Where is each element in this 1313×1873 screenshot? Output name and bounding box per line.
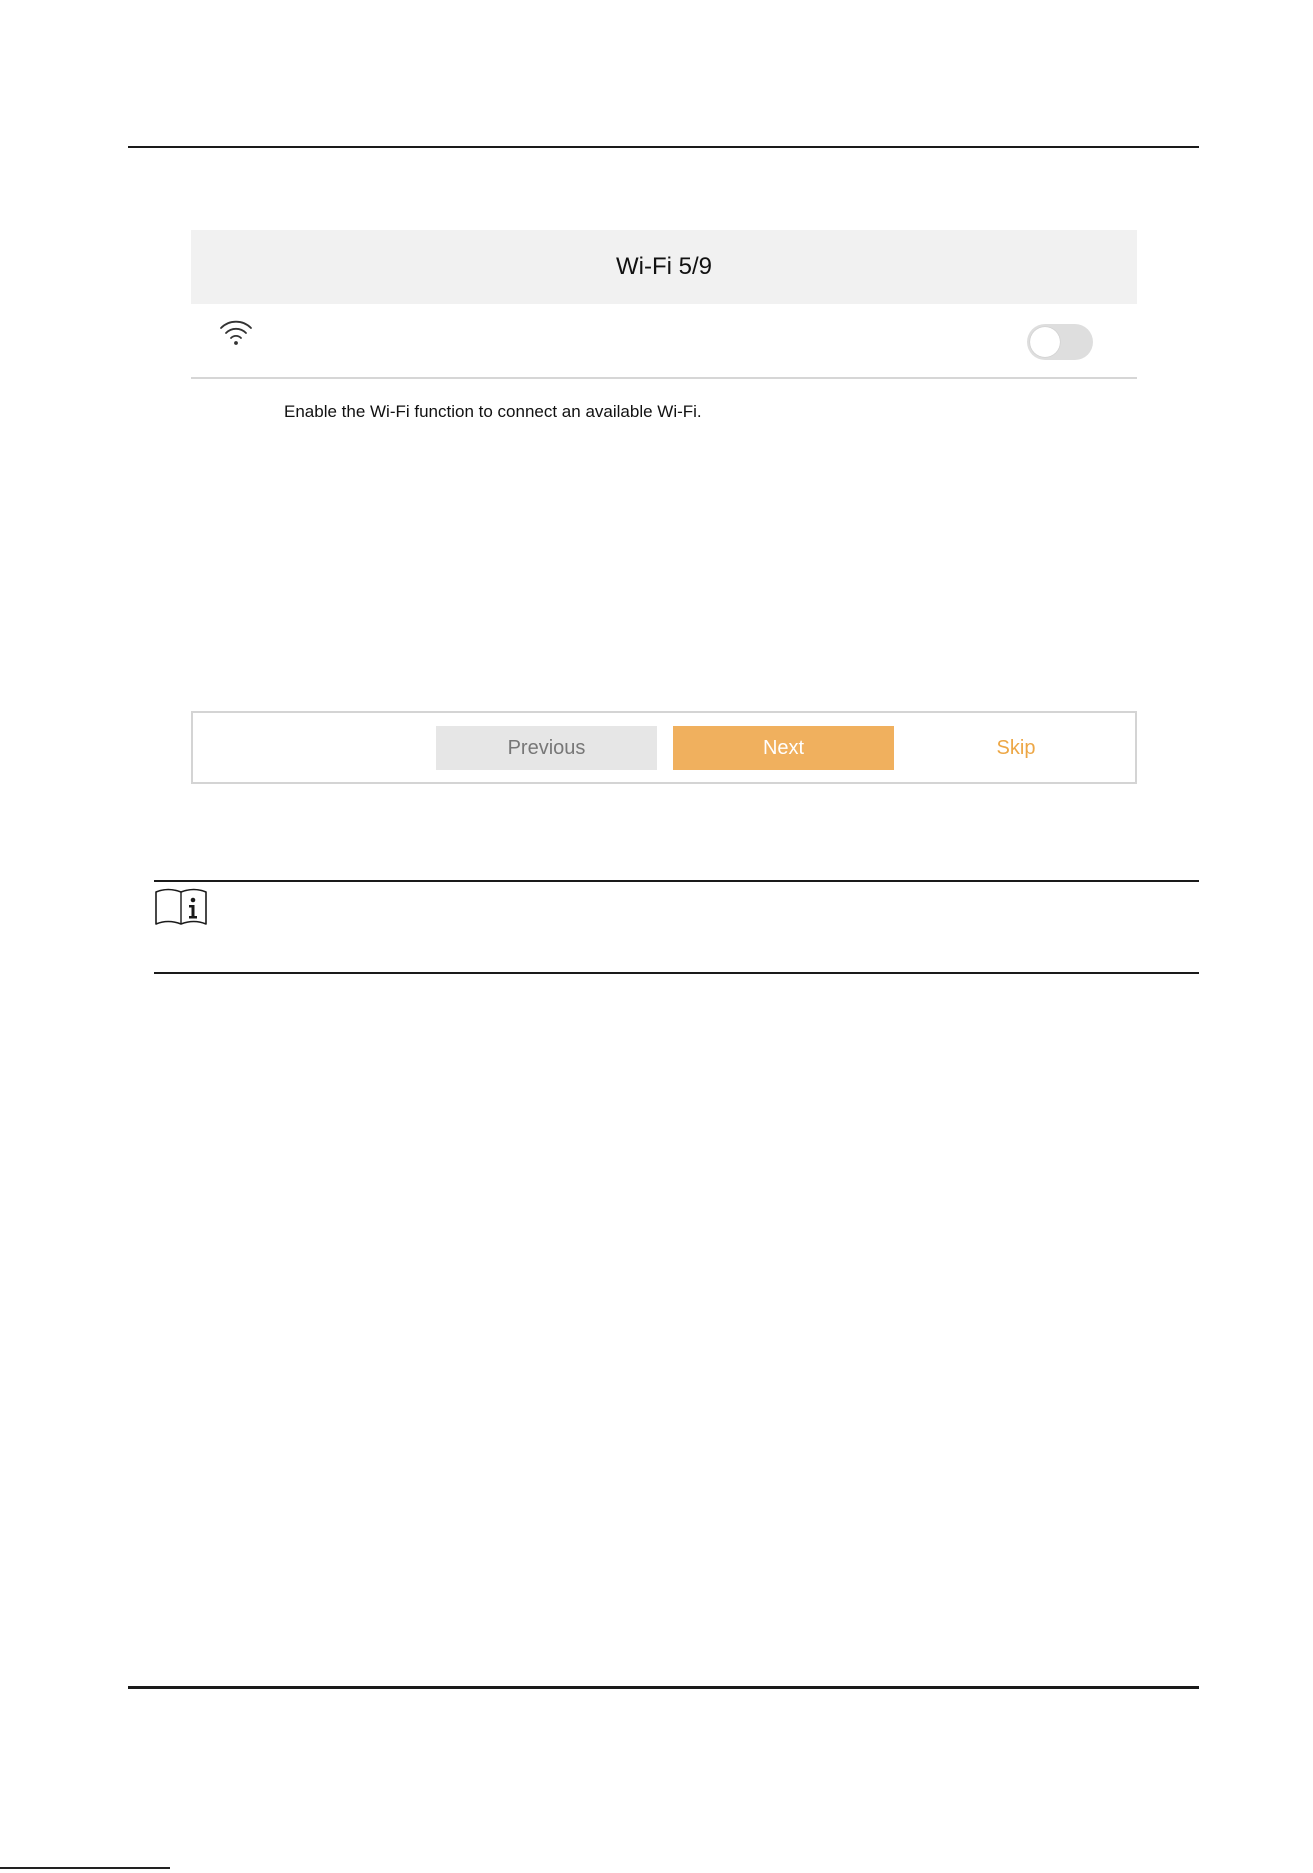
previous-button[interactable]: Previous — [436, 726, 657, 770]
wifi-hint-text: Enable the Wi-Fi function to connect an … — [284, 402, 702, 421]
screen-title-bar: Wi-Fi 5/9 — [191, 230, 1137, 304]
wifi-toggle-row — [191, 304, 1137, 379]
toggle-knob — [1030, 327, 1060, 357]
skip-button[interactable]: Skip — [921, 726, 1111, 770]
wifi-setup-screen: Wi-Fi 5/9 Enable the Wi-Fi function to c… — [191, 230, 1137, 786]
screen-title: Wi-Fi 5/9 — [616, 253, 712, 280]
wizard-button-bar: Previous Next Skip — [191, 711, 1137, 784]
note-book-icon — [155, 888, 207, 925]
footer-rule — [128, 1686, 1199, 1689]
header-rule — [128, 146, 1199, 148]
next-button[interactable]: Next — [673, 726, 894, 770]
page-bottom-mark — [0, 1867, 170, 1869]
note-block — [154, 880, 1199, 974]
wifi-icon — [220, 320, 252, 345]
wifi-toggle[interactable] — [1027, 324, 1093, 360]
